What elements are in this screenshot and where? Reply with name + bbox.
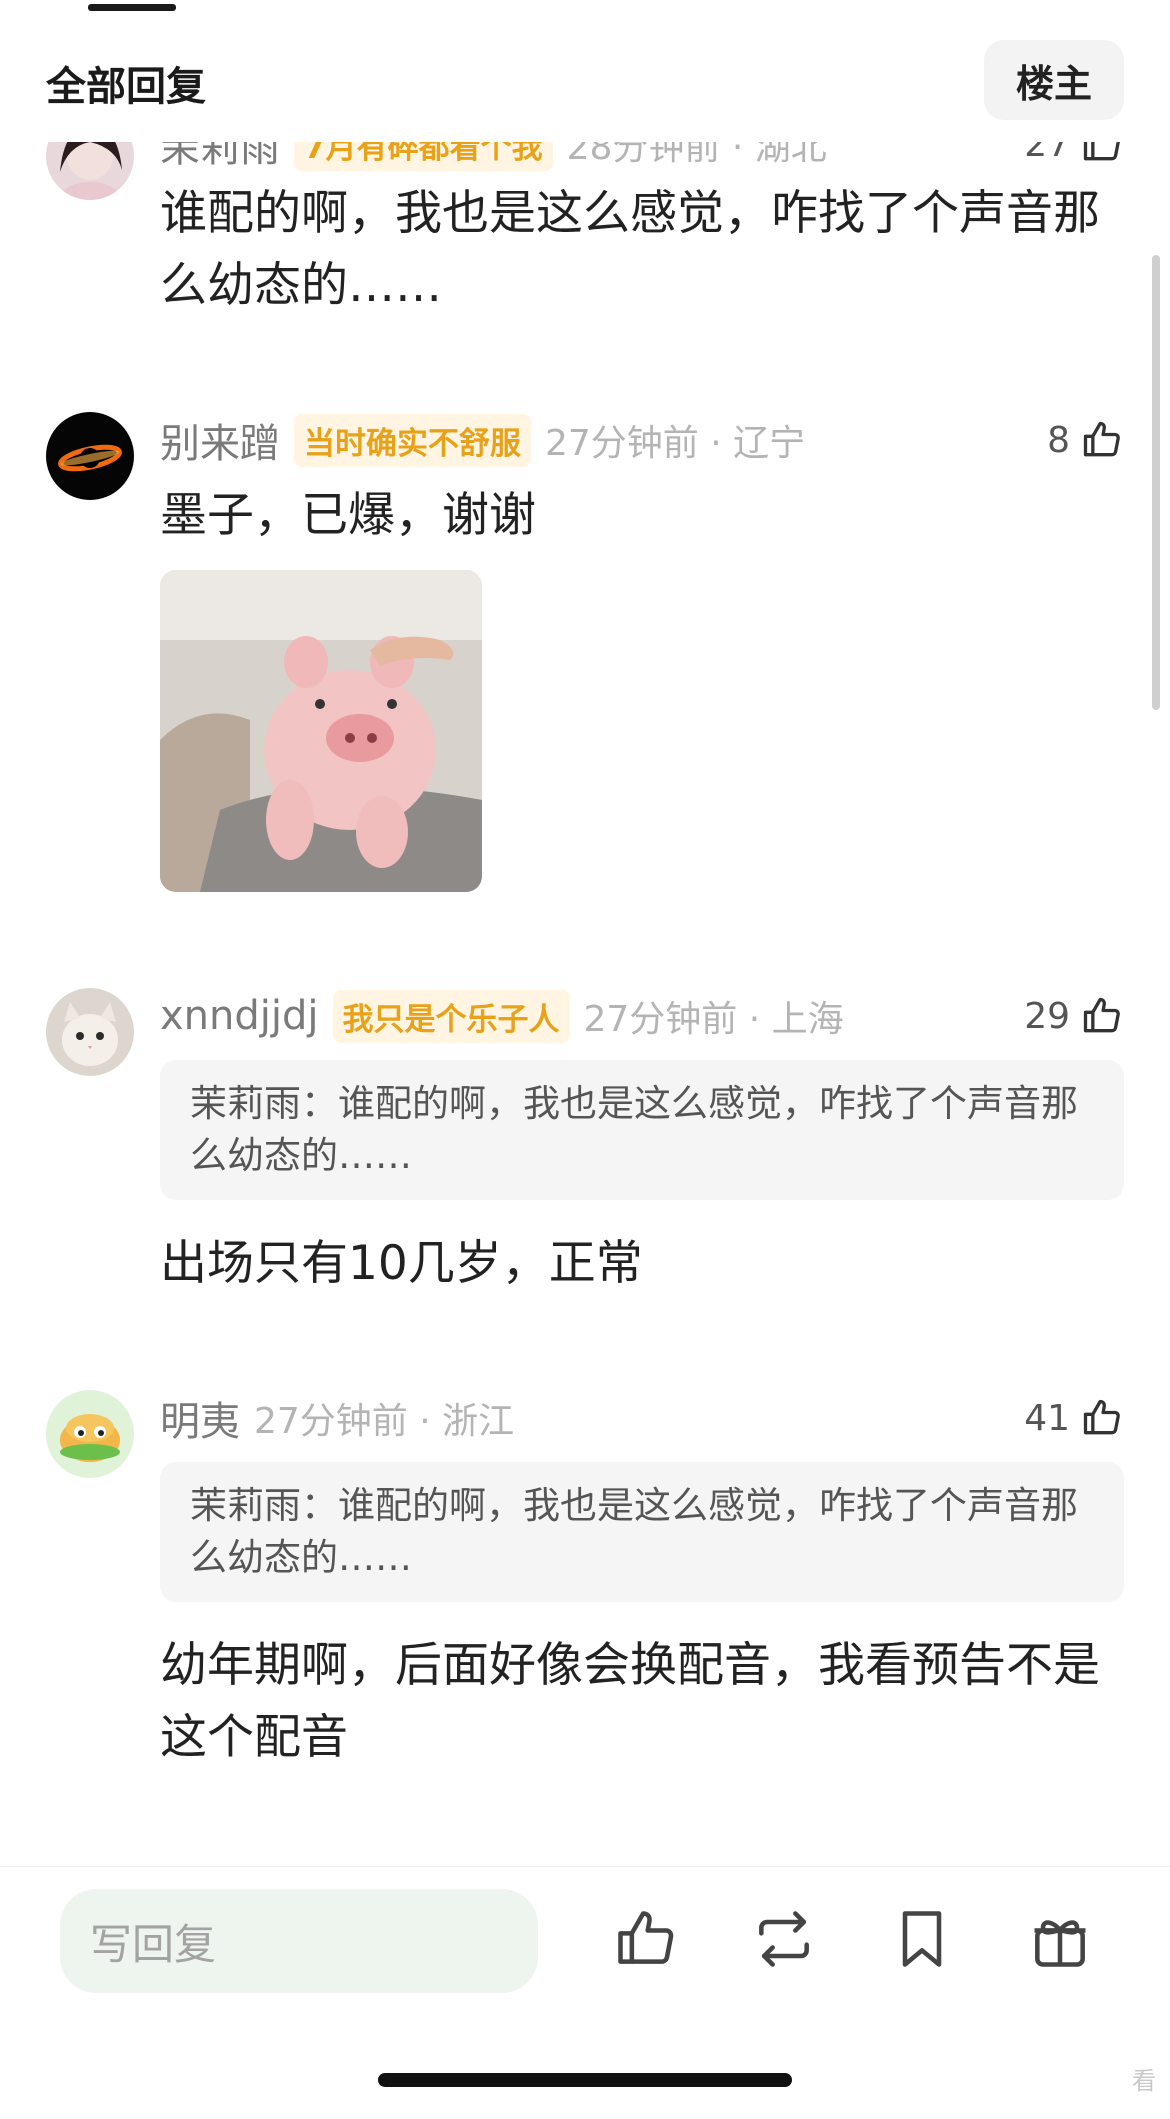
comment-text: 出场只有10几岁，正常 [160, 1236, 643, 1291]
comment-meta: 明夷 27分钟前 · 浙江 [160, 1390, 514, 1446]
comment-text: 幼年期啊，后面好像会换配音，我看预告不是这个配音 [160, 1638, 1100, 1765]
reply-placeholder: 写回复 [90, 1919, 217, 1969]
avatar[interactable] [46, 988, 134, 1076]
like-count: 29 [1024, 995, 1070, 1037]
page-title: 全部回复 [46, 64, 206, 110]
tab-indicator [88, 4, 176, 11]
repost-icon[interactable] [750, 1905, 818, 1973]
like-count: 8 [1047, 419, 1070, 461]
reply-input[interactable]: 写回复 [60, 1889, 538, 1993]
comment-meta: 别来蹭 当时确实不舒服 27分钟前 · 辽宁 [160, 412, 805, 468]
home-indicator [378, 2073, 792, 2087]
comment-text: 谁配的啊，我也是这么感觉，咋找了个声音那么幼态的…… [160, 186, 1100, 313]
scrollbar[interactable] [1152, 255, 1160, 710]
username[interactable]: 明夷 [160, 1389, 240, 1447]
username[interactable]: 别来蹭 [160, 411, 280, 469]
comment-meta: xnndjjdj 我只是个乐子人 27分钟前 · 上海 [160, 988, 844, 1044]
owner-only-button[interactable]: 楼主 [984, 40, 1124, 120]
time-location: 27分钟前 · 辽宁 [545, 423, 806, 464]
comment-text: 墨子，已爆，谢谢 [160, 488, 536, 543]
thumb-up-icon [1080, 994, 1124, 1038]
thumb-up-icon [1080, 418, 1124, 462]
quoted-reply[interactable]: 茉莉雨：谁配的啊，我也是这么感觉，咋找了个声音那么幼态的…… [160, 1060, 1124, 1200]
bookmark-icon[interactable] [888, 1905, 956, 1973]
watermark-glyph: 看 [1132, 2067, 1156, 2095]
like-icon[interactable] [612, 1905, 680, 1973]
gift-icon[interactable] [1026, 1905, 1094, 1973]
like-button[interactable]: 29 [1024, 988, 1124, 1044]
like-count: 41 [1024, 1397, 1070, 1439]
like-button[interactable]: 41 [1024, 1390, 1124, 1446]
user-badge: 我只是个乐子人 [332, 989, 570, 1043]
time-location: 27分钟前 · 上海 [583, 999, 844, 1040]
username[interactable]: xnndjjdj [160, 993, 319, 1039]
avatar[interactable] [46, 412, 134, 500]
like-button[interactable]: 8 [1047, 412, 1124, 468]
piglet-photo[interactable] [160, 570, 482, 892]
thumb-up-icon [1080, 1396, 1124, 1440]
quoted-reply[interactable]: 茉莉雨：谁配的啊，我也是这么感觉，咋找了个声音那么幼态的…… [160, 1462, 1124, 1602]
time-location: 27分钟前 · 浙江 [254, 1401, 515, 1442]
user-badge: 当时确实不舒服 [294, 413, 531, 467]
comment-replies-page: 茉莉雨 7月有碎都看个我 28分钟前 · 湖北 27 谁配的啊，我也是这么感觉，… [0, 0, 1170, 2119]
avatar[interactable] [46, 1390, 134, 1478]
bottom-action-bar: 写回复 看 [0, 1866, 1170, 2119]
